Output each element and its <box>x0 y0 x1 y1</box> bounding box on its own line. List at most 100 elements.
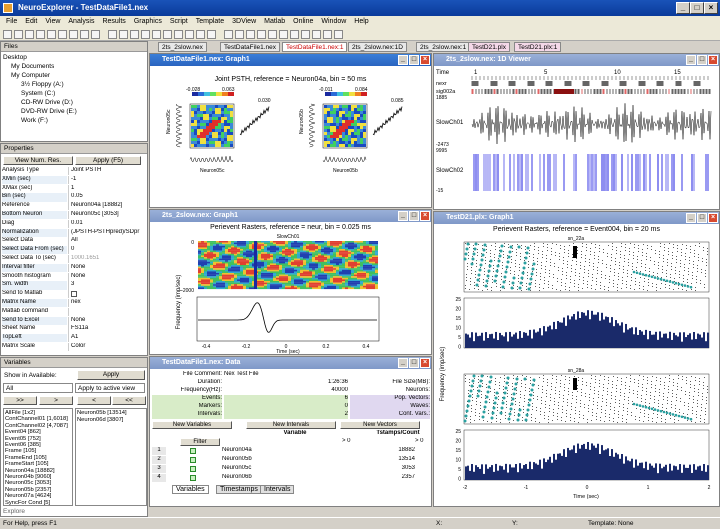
send-to-matlab-checkbox[interactable] <box>71 291 77 298</box>
data-tab[interactable]: Intervals <box>260 485 295 494</box>
doc-tab[interactable]: TestDataFile1.nex:1 <box>282 42 348 52</box>
doc-tab[interactable]: 2ts_2slow.nex <box>158 42 207 52</box>
row-checkbox[interactable] <box>190 448 196 454</box>
toolbar-button[interactable] <box>224 30 233 39</box>
testd21-maximize-button[interactable]: □ <box>697 213 707 223</box>
viewer-minimize-button[interactable]: _ <box>686 55 696 65</box>
toolbar-button[interactable] <box>58 30 67 39</box>
file-tree-item[interactable]: DVD-RW Drive (E:) <box>21 108 77 116</box>
toolbar-button[interactable] <box>301 30 310 39</box>
property-value[interactable]: 3 <box>68 281 146 290</box>
toolbar-button[interactable] <box>91 30 100 39</box>
menu-file[interactable]: File <box>2 16 21 29</box>
toolbar-button[interactable] <box>130 30 139 39</box>
property-value[interactable]: FS11a <box>68 325 146 334</box>
move-all-left-button[interactable]: << <box>112 396 146 405</box>
move-all-right-button[interactable]: >> <box>3 396 37 405</box>
property-value[interactable]: (JPSTH-PSTHpred)/SDpr <box>68 228 146 237</box>
data-button[interactable]: New Variables <box>152 421 232 429</box>
property-value[interactable] <box>68 290 146 299</box>
perievent-maximize-button[interactable]: □ <box>409 211 419 221</box>
variable-name[interactable]: Neuron06b <box>222 474 342 482</box>
menu-online[interactable]: Online <box>289 16 317 29</box>
row-checkbox[interactable] <box>190 475 196 481</box>
toolbar-button[interactable] <box>207 30 216 39</box>
file-tree-item[interactable]: CD-RW Drive (D:) <box>21 99 73 107</box>
menu-graphics[interactable]: Graphics <box>130 16 166 29</box>
doc-tab[interactable]: TestD21.plx <box>468 42 510 52</box>
toolbar-button[interactable] <box>25 30 34 39</box>
property-value[interactable]: 0.05 <box>68 193 146 202</box>
data-button[interactable]: New Vectors <box>340 421 420 429</box>
toolbar-button[interactable] <box>163 30 172 39</box>
toolbar-button[interactable] <box>174 30 183 39</box>
menu-edit[interactable]: Edit <box>21 16 41 29</box>
toolbar-button[interactable] <box>3 30 12 39</box>
jpsth-close-button[interactable]: × <box>420 55 430 65</box>
data-maximize-button[interactable]: □ <box>409 358 419 368</box>
property-value[interactable]: None <box>68 263 146 272</box>
toolbar-button[interactable] <box>235 30 244 39</box>
property-value[interactable]: None <box>68 316 146 325</box>
doc-tab[interactable]: TestDataFile1.nex <box>220 42 281 52</box>
toolbar-button[interactable] <box>108 30 117 39</box>
toolbar-button[interactable] <box>14 30 23 39</box>
property-value[interactable]: 1 <box>68 184 146 193</box>
move-left-button[interactable]: < <box>77 396 111 405</box>
toolbar-button[interactable] <box>36 30 45 39</box>
data-minimize-button[interactable]: _ <box>398 358 408 368</box>
data-tab[interactable]: Variables <box>172 485 209 494</box>
data-button[interactable]: New Intervals <box>246 421 336 429</box>
property-value[interactable]: Neuron05c [3053] <box>68 211 146 220</box>
toolbar-button[interactable] <box>290 30 299 39</box>
maximize-button[interactable]: □ <box>690 2 704 14</box>
toolbar-button[interactable] <box>185 30 194 39</box>
menu-template[interactable]: Template <box>192 16 228 29</box>
selected-variable-item[interactable]: Neuron06d [3807] <box>77 417 123 425</box>
property-value[interactable]: Color <box>68 343 146 352</box>
file-tree-item[interactable]: Desktop <box>3 54 27 62</box>
variable-name[interactable]: Neuron05b <box>222 456 342 464</box>
menu-help[interactable]: Help <box>350 16 372 29</box>
view-num-res-button[interactable]: View Num. Res. <box>3 156 73 165</box>
row-checkbox[interactable] <box>190 457 196 463</box>
explore-tab[interactable]: Explore <box>3 508 25 515</box>
toolbar-button[interactable] <box>141 30 150 39</box>
filter-button[interactable]: Filter <box>180 438 220 446</box>
property-value[interactable]: Joint PSTH <box>68 167 146 176</box>
toolbar-button[interactable] <box>312 30 321 39</box>
apply-active-select[interactable]: Apply to active view <box>75 383 145 393</box>
perievent-close-button[interactable]: × <box>420 211 430 221</box>
variable-name[interactable]: Neuron05c <box>222 465 342 473</box>
toolbar-button[interactable] <box>196 30 205 39</box>
minimize-button[interactable]: _ <box>676 2 690 14</box>
property-value[interactable]: nex <box>68 299 146 308</box>
jpsth-minimize-button[interactable]: _ <box>398 55 408 65</box>
available-list[interactable]: AllFile [1x2] ContChannel01 [1,6018] ContC… <box>3 408 73 506</box>
doc-tab[interactable]: TestD21.plx:1 <box>514 42 562 52</box>
property-value[interactable]: Neuron04a [18882] <box>68 202 146 211</box>
menu-results[interactable]: Results <box>98 16 129 29</box>
data-tab[interactable]: Timestamps <box>216 485 262 494</box>
viewer-maximize-button[interactable]: □ <box>697 55 707 65</box>
toolbar-button[interactable] <box>334 30 343 39</box>
jpsth-maximize-button[interactable]: □ <box>409 55 419 65</box>
menu-3dview[interactable]: 3DView <box>228 16 260 29</box>
menu-script[interactable]: Script <box>166 16 192 29</box>
toolbar-button[interactable] <box>47 30 56 39</box>
property-value[interactable]: All <box>68 237 146 246</box>
file-tree-item[interactable]: System (C:) <box>21 90 55 98</box>
variable-name[interactable]: Neuron04a <box>222 447 342 455</box>
file-tree-item[interactable]: My Computer <box>11 72 50 80</box>
row-checkbox[interactable] <box>190 466 196 472</box>
apply-vars-button[interactable]: Apply <box>77 370 145 380</box>
file-tree-item[interactable]: Work (F:) <box>21 117 48 125</box>
toolbar-button[interactable] <box>246 30 255 39</box>
doc-tab[interactable]: 2ts_2slow.nex:1D <box>348 42 407 52</box>
menu-window[interactable]: Window <box>317 16 350 29</box>
menu-view[interactable]: View <box>41 16 64 29</box>
toolbar-button[interactable] <box>69 30 78 39</box>
file-tree-item[interactable]: 3½ Floppy (A:) <box>21 81 64 89</box>
data-close-button[interactable]: × <box>420 358 430 368</box>
toolbar-button[interactable] <box>268 30 277 39</box>
